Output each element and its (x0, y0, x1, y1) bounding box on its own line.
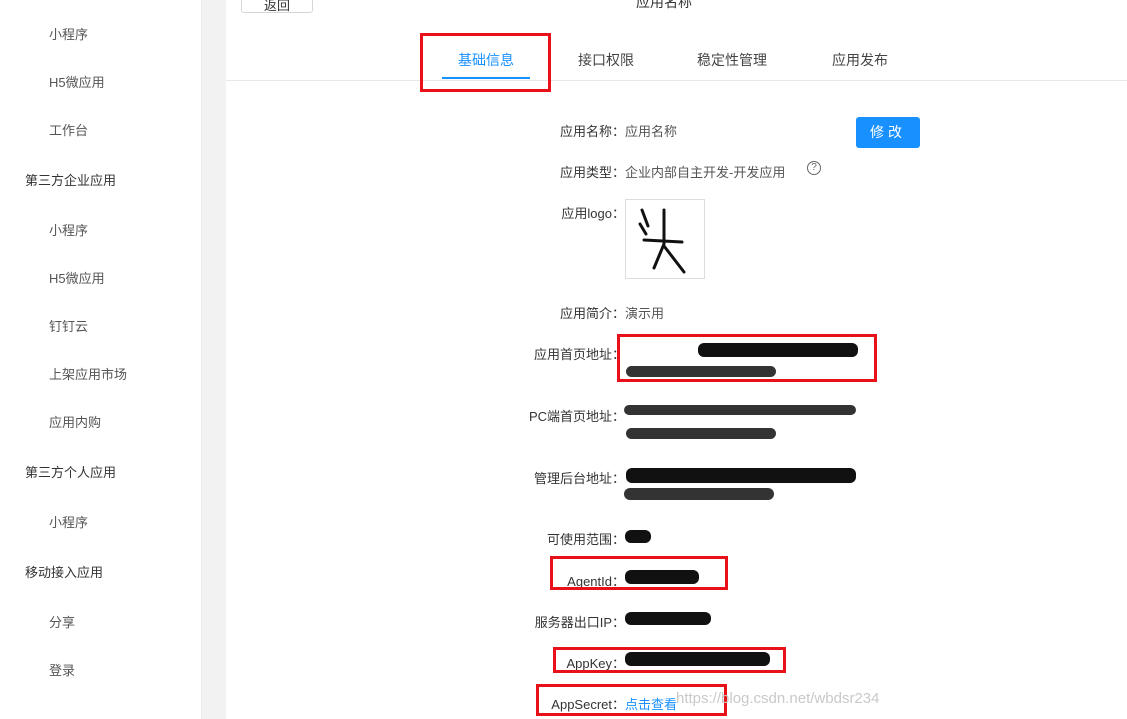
tab-bar: 基础信息 接口权限 稳定性管理 应用发布 (226, 40, 1127, 81)
sidebar-item-h5[interactable]: H5微应用 (49, 72, 105, 91)
tab-stability[interactable]: 稳定性管理 (697, 50, 767, 70)
sidebar-group-third-party-personal[interactable]: 第三方个人应用 (25, 462, 116, 481)
app-type-label: 应用类型： (559, 165, 625, 180)
redacted-server-ip (625, 612, 711, 625)
edit-button[interactable]: 修改 (856, 117, 920, 148)
redacted-pc-url-1 (624, 405, 856, 415)
help-icon[interactable]: ? (807, 161, 821, 175)
sidebar-item-dingtalk-cloud[interactable]: 钉钉云 (49, 316, 88, 335)
tab-api-permissions[interactable]: 接口权限 (578, 50, 634, 70)
sidebar-item-h5-2[interactable]: H5微应用 (49, 268, 105, 287)
app-desc-label: 应用简介： (559, 306, 625, 321)
app-name-value: 应用名称 (625, 124, 678, 139)
app-type-value: 企业内部自主开发-开发应用 (625, 165, 786, 180)
sidebar-item-miniprogram-2[interactable]: 小程序 (49, 220, 88, 239)
sidebar-item-miniprogram[interactable]: 小程序 (49, 24, 88, 43)
tab-publish[interactable]: 应用发布 (832, 50, 888, 70)
app-name-label: 应用名称： (559, 124, 625, 139)
redacted-admin-url-2 (624, 488, 774, 500)
sidebar-item-in-app-purchase[interactable]: 应用内购 (49, 412, 101, 431)
highlight-basic-info-tab (420, 33, 551, 92)
redacted-pc-url-2 (626, 428, 776, 439)
scope-label: 可使用范围： (546, 532, 625, 547)
sidebar-item-share[interactable]: 分享 (49, 612, 75, 631)
sidebar: 小程序 H5微应用 工作台 第三方企业应用 小程序 H5微应用 钉钉云 上架应用… (0, 0, 202, 719)
highlight-appkey (553, 647, 786, 673)
sidebar-item-miniprogram-3[interactable]: 小程序 (49, 512, 88, 531)
home-url-label: 应用首页地址： (533, 347, 625, 362)
redacted-scope (625, 530, 651, 543)
watermark: https://blog.csdn.net/wbdsr234 (676, 690, 880, 707)
app-logo-image (625, 199, 705, 279)
app-desc-value: 演示用 (625, 306, 665, 321)
highlight-agentid (550, 556, 728, 590)
redacted-admin-url-1 (626, 468, 856, 483)
pc-home-url-label: PC端首页地址： (528, 409, 625, 424)
sidebar-item-workbench[interactable]: 工作台 (49, 120, 88, 139)
back-button[interactable]: 返回 (241, 0, 313, 13)
sidebar-item-app-market[interactable]: 上架应用市场 (49, 364, 127, 383)
sidebar-group-third-party-enterprise[interactable]: 第三方企业应用 (25, 170, 116, 189)
handwritten-logo-icon (638, 208, 686, 274)
sidebar-item-login[interactable]: 登录 (49, 660, 75, 679)
server-ip-label: 服务器出口IP： (534, 615, 625, 630)
admin-url-label: 管理后台地址： (533, 471, 625, 486)
app-logo-label: 应用logo： (561, 206, 625, 221)
highlight-home-url (617, 334, 877, 382)
sidebar-group-mobile-access[interactable]: 移动接入应用 (25, 562, 103, 581)
page-title: 应用名称 (636, 0, 692, 10)
